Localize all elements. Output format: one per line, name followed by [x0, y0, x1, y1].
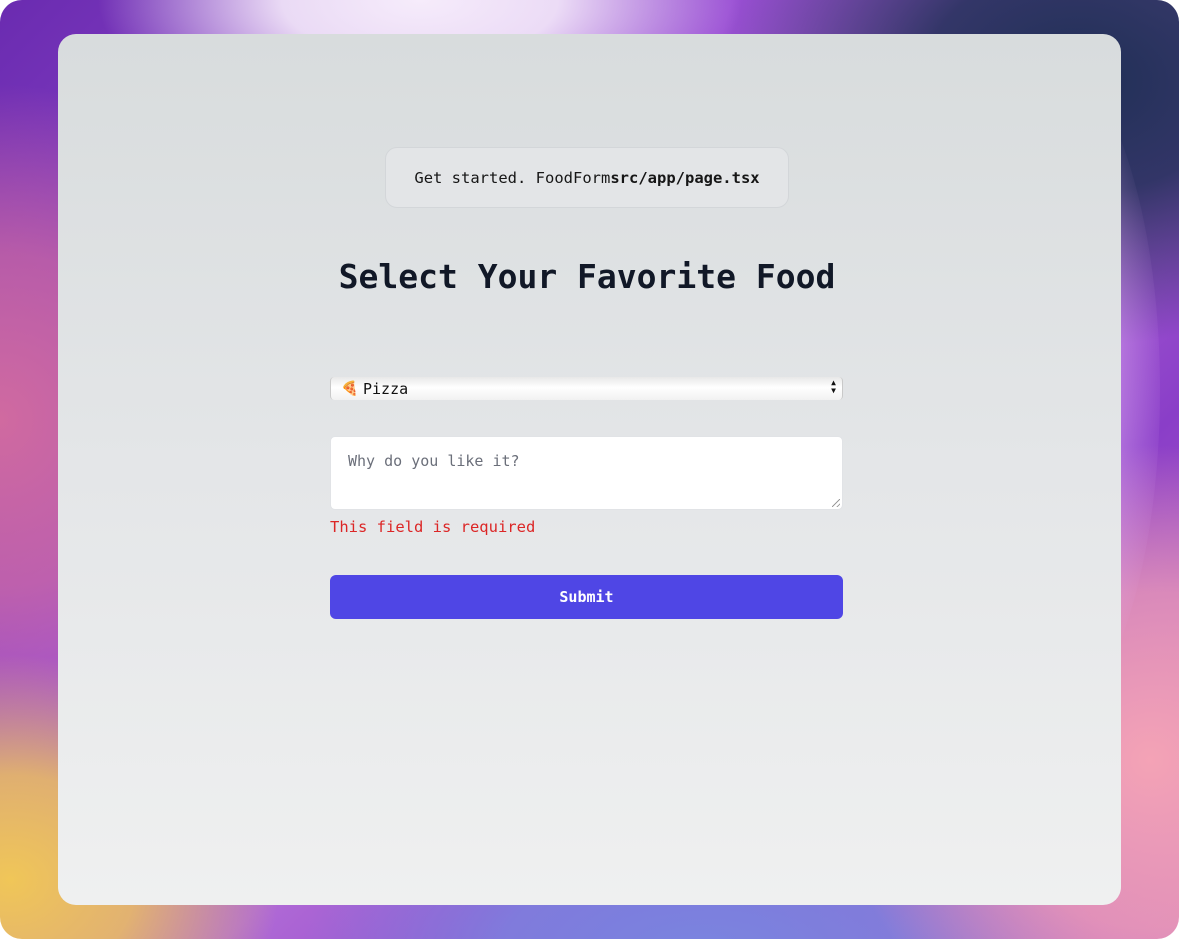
- page-title: Select Your Favorite Food: [338, 257, 836, 296]
- browser-window: Get started. FoodForm src/app/page.tsx Se…: [58, 34, 1121, 905]
- select-arrows-icon: ▲ ▼: [831, 378, 836, 395]
- submit-button[interactable]: Submit: [330, 575, 843, 619]
- field-required-error: This field is required: [330, 518, 536, 536]
- reason-textarea[interactable]: Why do you like it?: [330, 436, 843, 510]
- file-path-code: src/app/page.tsx: [610, 168, 760, 187]
- resize-grip-icon[interactable]: [832, 499, 840, 507]
- get-started-banner: Get started. FoodForm src/app/page.tsx: [385, 147, 789, 208]
- reason-placeholder: Why do you like it?: [348, 452, 520, 470]
- pizza-icon: 🍕: [341, 380, 359, 397]
- food-select-value: Pizza: [363, 379, 409, 398]
- food-select[interactable]: 🍕 Pizza ▲ ▼: [330, 377, 843, 400]
- get-started-text: Get started. FoodForm: [414, 168, 611, 187]
